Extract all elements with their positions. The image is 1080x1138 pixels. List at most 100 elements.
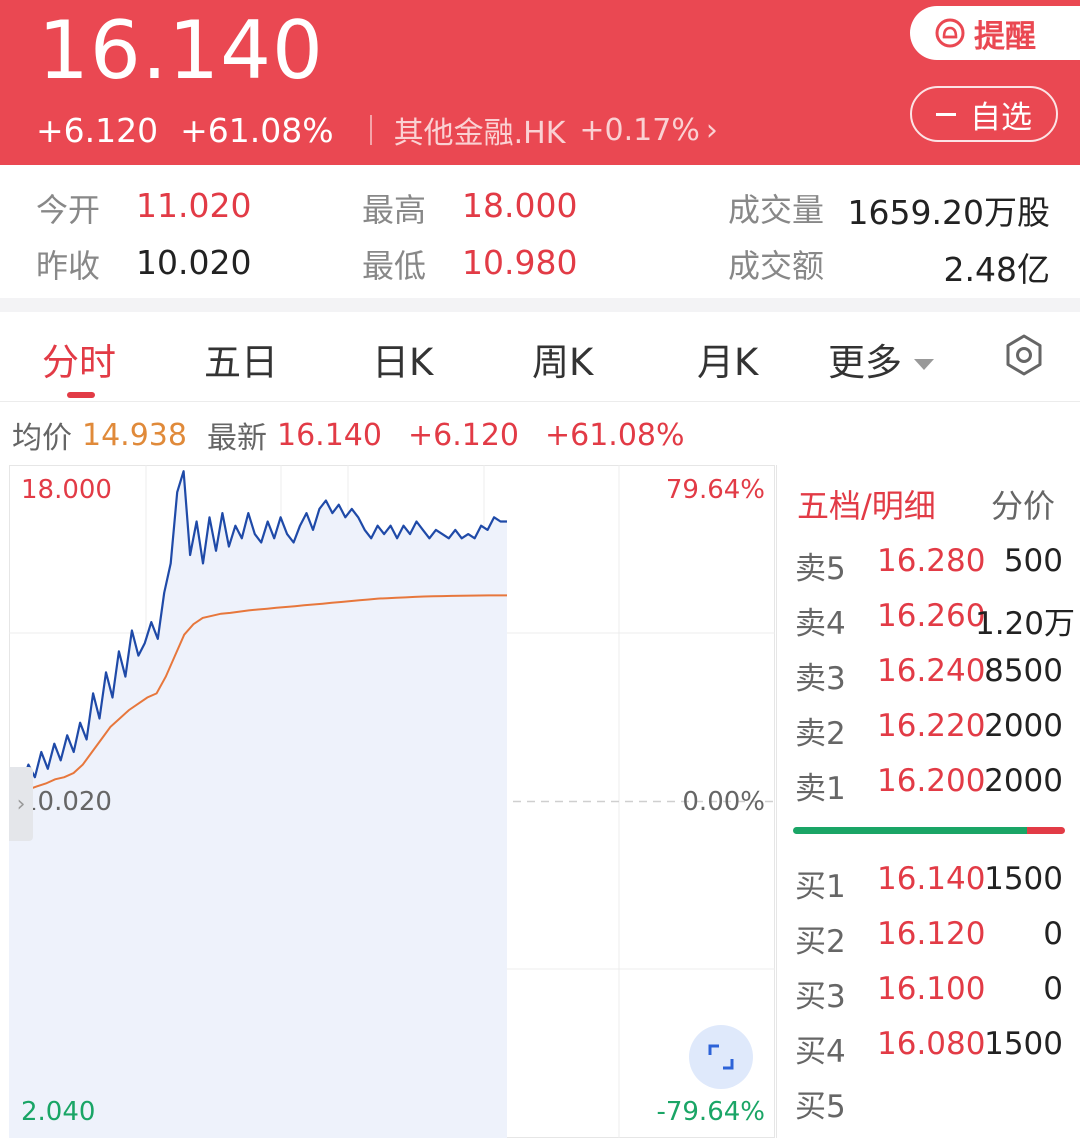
bid-price: 16.100 <box>877 971 986 1007</box>
bid-row: 买2 16.120 0 <box>795 916 1075 960</box>
bid-row: 买3 16.100 0 <box>795 971 1075 1015</box>
bid-price: 16.080 <box>877 1026 986 1062</box>
ask-price: 16.220 <box>877 708 986 744</box>
change-row: +6.120 +61.08% 其他金融.HK +0.17% › <box>36 108 718 152</box>
bid-price: 16.140 <box>877 861 986 897</box>
bid-label: 买2 <box>795 924 846 960</box>
current-price: 16.140 <box>38 4 324 97</box>
bid-qty: 1500 <box>984 1026 1063 1062</box>
buy-sell-ratio-bar <box>793 827 1065 834</box>
prev-close-label: 昨收 <box>36 247 101 285</box>
price-change: +6.120 <box>36 110 159 150</box>
intraday-chart-svg <box>7 465 775 1138</box>
high-label: 最高 <box>362 191 427 229</box>
bid-qty: 1500 <box>984 861 1063 897</box>
open-label: 今开 <box>36 191 101 229</box>
low-label: 最低 <box>362 247 427 285</box>
turnover-label: 成交额 <box>728 247 825 285</box>
info-change: +6.120 <box>407 417 519 453</box>
bid-qty: 0 <box>1043 971 1063 1007</box>
watchlist-button[interactable]: 自选 <box>910 86 1058 142</box>
tab-weekly-k[interactable]: 周K <box>532 332 593 386</box>
pct-top-label: 79.64% <box>665 475 765 505</box>
volume-value: 1659.20万股 <box>847 193 1050 232</box>
y-bottom-label: 2.040 <box>21 1097 96 1127</box>
ask-row: 卖4 16.260 1.20万 <box>795 598 1075 642</box>
price-distribution-tab[interactable]: 分价 <box>991 481 1055 527</box>
stats-panel: 今开 11.020 最高 18.000 成交量 1659.20万股 昨收 10.… <box>0 165 1080 295</box>
latest-label: 最新 <box>206 421 267 456</box>
info-change-pct: +61.08% <box>545 417 685 453</box>
ask-row: 卖5 16.280 500 <box>795 543 1075 587</box>
bid-row: 买1 16.140 1500 <box>795 861 1075 905</box>
chevron-right-handle-icon[interactable]: › <box>9 767 33 841</box>
quote-header: 16.140 +6.120 +61.08% 其他金融.HK +0.17% › 提… <box>0 0 1080 165</box>
ask-label: 卖5 <box>795 551 846 587</box>
ask-price: 16.240 <box>877 653 986 689</box>
tab-monthly-k[interactable]: 月K <box>697 332 758 386</box>
avg-value: 14.938 <box>82 417 187 453</box>
active-tab-indicator <box>67 392 95 398</box>
watchlist-label: 自选 <box>970 99 1032 136</box>
bid-row: 买4 16.080 1500 <box>795 1026 1075 1070</box>
bid-label: 买3 <box>795 979 846 1015</box>
intraday-chart[interactable]: 18.000 10.020 2.040 79.64% 0.00% -79.64% <box>7 465 775 1138</box>
tab-more[interactable]: 更多 <box>828 332 934 386</box>
sector-change[interactable]: +0.17% <box>579 113 699 148</box>
bid-label: 买5 <box>795 1089 846 1125</box>
bid-price: 16.120 <box>877 916 986 952</box>
bid-qty: 0 <box>1043 916 1063 952</box>
tab-daily-k[interactable]: 日K <box>372 332 433 386</box>
header-divider <box>369 115 372 145</box>
chevron-right-icon[interactable]: › <box>706 113 718 148</box>
tab-more-label: 更多 <box>828 341 902 384</box>
alert-label: 提醒 <box>974 18 1036 55</box>
prev-close-value: 10.020 <box>136 243 252 282</box>
ask-label: 卖2 <box>795 716 846 752</box>
fullscreen-icon <box>708 1044 734 1070</box>
minus-icon <box>936 112 956 116</box>
ask-label: 卖1 <box>795 771 846 807</box>
bid-label: 买1 <box>795 869 846 905</box>
order-book: 五档/明细 分价 卖5 16.280 500 卖4 16.260 1.20万 卖3 16.… <box>776 465 1080 1138</box>
pct-bottom-label: -79.64% <box>656 1097 765 1127</box>
bid-row: 买5 <box>795 1081 1075 1125</box>
high-value: 18.000 <box>462 186 578 225</box>
chart-tabs: 分时 五日 日K 周K 月K 更多 <box>0 312 1080 402</box>
volume-label: 成交量 <box>728 191 825 229</box>
section-divider <box>0 298 1080 312</box>
pct-mid-label: 0.00% <box>682 787 765 817</box>
latest-value: 16.140 <box>276 417 382 453</box>
ask-row: 卖1 16.200 2000 <box>795 763 1075 807</box>
bid-label: 买4 <box>795 1034 846 1070</box>
ask-qty: 8500 <box>984 653 1063 689</box>
ask-row: 卖3 16.240 8500 <box>795 653 1075 697</box>
bell-icon <box>935 18 965 48</box>
settings-icon[interactable] <box>1002 333 1046 377</box>
avg-label: 均价 <box>12 421 72 456</box>
ask-row: 卖2 16.220 2000 <box>795 708 1075 752</box>
ask-label: 卖4 <box>795 606 846 642</box>
y-top-label: 18.000 <box>21 475 112 505</box>
ask-qty: 2000 <box>984 763 1063 799</box>
ask-price: 16.260 <box>877 598 986 634</box>
chart-info-line: 均价 14.938 最新 16.140 +6.120 +61.08% <box>12 415 695 457</box>
alert-button[interactable]: 提醒 <box>910 6 1080 60</box>
ask-qty: 2000 <box>984 708 1063 744</box>
caret-down-icon <box>914 359 934 370</box>
open-value: 11.020 <box>136 186 252 225</box>
turnover-value: 2.48亿 <box>943 250 1050 289</box>
price-change-pct: +61.08% <box>180 110 334 150</box>
ask-qty: 1.20万 <box>974 606 1075 642</box>
order-book-tab[interactable]: 五档/明细 <box>797 481 936 527</box>
ask-price: 16.280 <box>877 543 986 579</box>
tab-five-day[interactable]: 五日 <box>204 332 278 386</box>
low-value: 10.980 <box>462 243 578 282</box>
ask-label: 卖3 <box>795 661 846 697</box>
sector-link[interactable]: 其他金融.HK <box>394 108 566 152</box>
ask-price: 16.200 <box>877 763 986 799</box>
fullscreen-button[interactable] <box>689 1025 753 1089</box>
ask-qty: 500 <box>1003 543 1063 579</box>
y-mid-label: 10.020 <box>21 787 112 817</box>
tab-intraday[interactable]: 分时 <box>42 332 116 386</box>
